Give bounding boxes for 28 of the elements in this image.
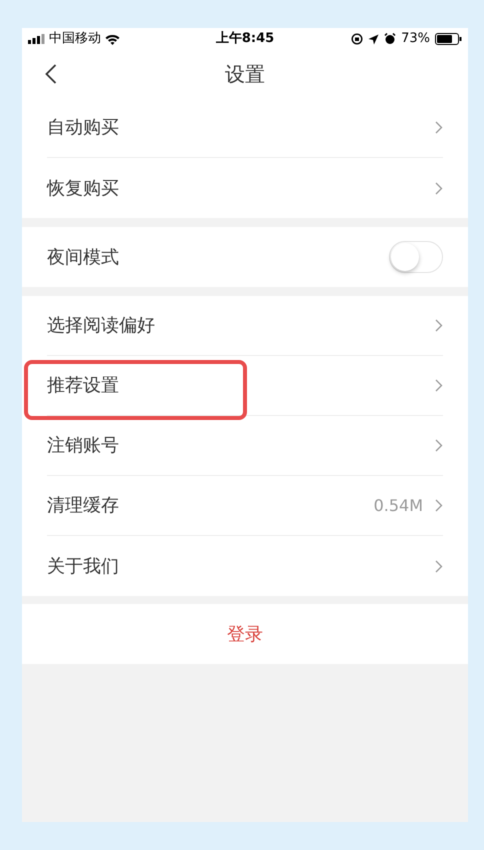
settings-item[interactable]: 关于我们 — [47, 536, 443, 596]
chevron-icon — [435, 121, 443, 134]
cache-size: 0.54M — [374, 494, 423, 516]
login-button[interactable]: 登录 — [22, 604, 468, 664]
wifi-icon — [105, 34, 120, 44]
location-icon — [368, 34, 380, 44]
back-icon — [45, 64, 57, 84]
battery-icon — [435, 33, 462, 45]
chevron-icon — [435, 319, 443, 332]
chevron-icon — [435, 379, 443, 392]
chevron-icon — [435, 560, 443, 572]
signal-icon — [28, 34, 45, 44]
settings-item[interactable]: 清理缓存 0.54M — [47, 476, 443, 536]
settings-item[interactable]: 注销账号 — [47, 416, 443, 476]
settings-item[interactable]: 推荐设置 — [47, 356, 443, 416]
carrier-name: 中国移动 — [49, 30, 101, 48]
battery-percent: 73% — [401, 30, 430, 48]
settings-item[interactable]: 恢复购买 — [47, 158, 443, 218]
chevron-icon — [435, 439, 443, 452]
chevron-icon — [435, 182, 443, 194]
page-title: 设置 — [225, 61, 265, 88]
settings-item[interactable]: 选择阅读偏好 — [47, 296, 443, 356]
rotation-lock-icon — [351, 33, 364, 45]
clock-time: 上午8:45 — [216, 30, 274, 48]
chevron-icon — [435, 499, 443, 512]
alarm-icon — [384, 33, 396, 45]
toggle-switch[interactable] — [389, 241, 443, 273]
settings-item[interactable]: 自动购买 — [47, 98, 443, 158]
